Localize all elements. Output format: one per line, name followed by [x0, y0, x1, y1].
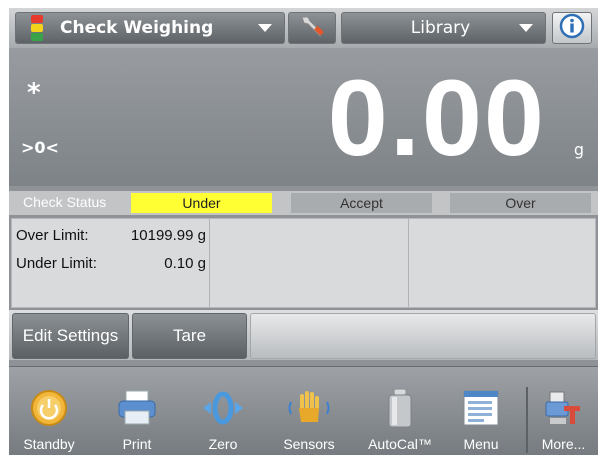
standby-button[interactable]: Standby: [9, 367, 89, 455]
application-selector[interactable]: Check Weighing: [15, 12, 285, 44]
stable-indicator: *: [27, 78, 41, 108]
info-button[interactable]: [552, 12, 592, 44]
standby-label: Standby: [23, 436, 75, 452]
menu-button[interactable]: Menu: [441, 367, 521, 455]
limits-column: Over Limit: 10199.99 g Under Limit: 0.10…: [12, 219, 210, 307]
menu-label: Menu: [463, 436, 499, 452]
zero-icon: [200, 385, 246, 431]
wrench-icon: [298, 13, 326, 43]
info-column-2: [210, 219, 409, 307]
standby-icon: [26, 385, 72, 431]
application-name: Check Weighing: [60, 18, 214, 38]
print-button[interactable]: Print: [97, 367, 177, 455]
check-weighing-light-icon: [22, 13, 52, 43]
sensors-label: Sensors: [283, 436, 335, 452]
chevron-down-icon: [258, 24, 272, 32]
more-button[interactable]: More...: [529, 367, 598, 455]
status-under: Under: [131, 193, 272, 213]
edit-settings-button[interactable]: Edit Settings: [12, 313, 129, 359]
info-column-3: [409, 219, 595, 307]
tare-button[interactable]: Tare: [132, 313, 247, 359]
nav-divider: [526, 387, 528, 453]
under-limit-label: Under Limit:: [16, 255, 97, 272]
print-label: Print: [122, 436, 152, 452]
zero-label: Zero: [208, 436, 238, 452]
chevron-down-icon: [519, 24, 533, 32]
center-of-zero-indicator: >0<: [21, 138, 59, 157]
tools-button[interactable]: [288, 12, 336, 44]
sensors-button[interactable]: Sensors: [269, 367, 349, 455]
action-row-filler: [250, 313, 596, 359]
library-label: Library: [410, 18, 471, 38]
calibration-weight-icon: [377, 385, 423, 431]
menu-list-icon: [458, 385, 504, 431]
balance-screen: Check Weighing Library * >0< 0.00 g Chec…: [9, 8, 598, 455]
more-icon: [541, 385, 587, 431]
autocal-button[interactable]: AutoCal™: [355, 367, 445, 455]
check-status-bar: Check Status Under Accept Over: [9, 191, 598, 215]
weight-display: * >0< 0.00 g: [9, 48, 598, 186]
under-limit-value: 0.10 g: [164, 255, 206, 272]
more-label: More...: [541, 436, 586, 452]
status-accept: Accept: [291, 193, 432, 213]
status-over: Over: [450, 193, 591, 213]
over-limit-value: 10199.99 g: [130, 227, 206, 244]
library-selector[interactable]: Library: [341, 12, 546, 44]
action-button-row: Edit Settings Tare: [9, 310, 598, 360]
bottom-navigation: Standby Print Zero Sensors AutoCal™ Menu…: [9, 366, 598, 455]
over-limit-label: Over Limit:: [16, 227, 89, 244]
info-icon: [559, 13, 585, 43]
autocal-label: AutoCal™: [368, 436, 432, 452]
zero-button[interactable]: Zero: [183, 367, 263, 455]
weight-reading: 0.00: [327, 57, 546, 178]
weight-unit[interactable]: g: [574, 140, 584, 159]
top-bar: Check Weighing Library: [9, 8, 598, 48]
reference-info-panel: Over Limit: 10199.99 g Under Limit: 0.10…: [11, 218, 596, 308]
printer-icon: [114, 385, 160, 431]
hand-sensor-icon: [286, 385, 332, 431]
check-status-label: Check Status: [23, 194, 107, 210]
